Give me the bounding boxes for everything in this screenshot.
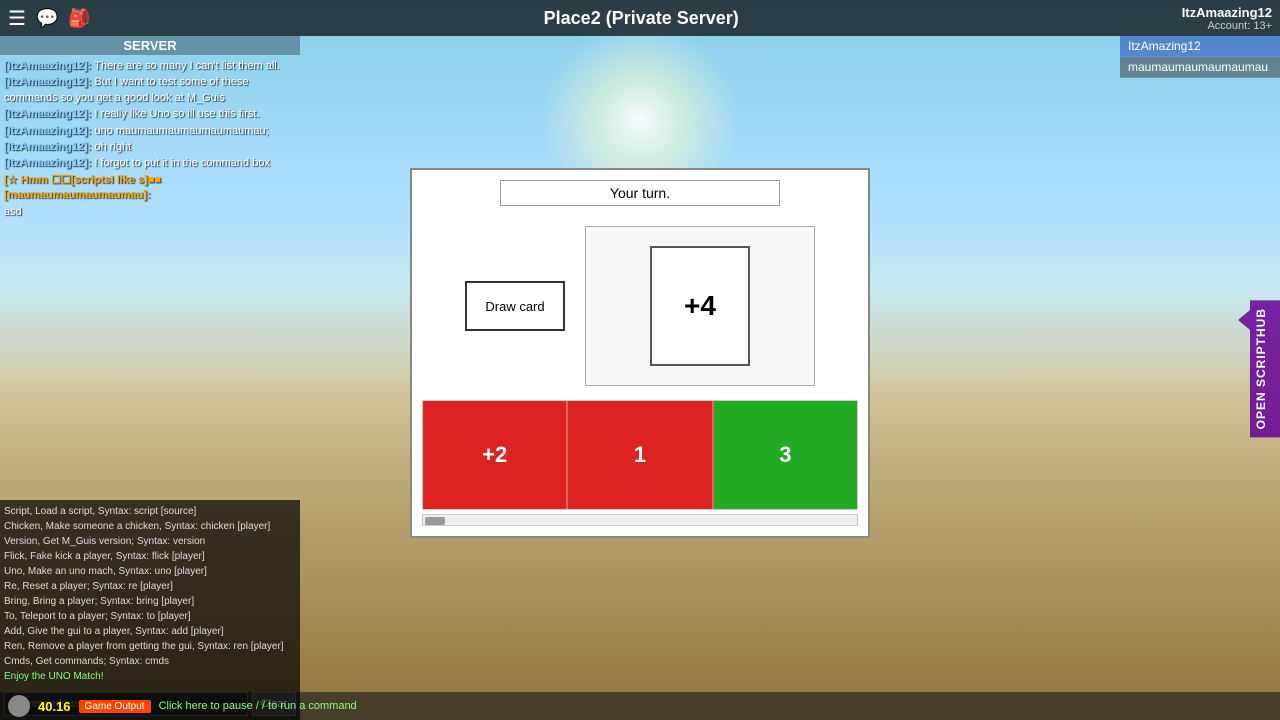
script-line: Uno, Make an uno mach, Syntax: uno [play… — [4, 564, 296, 579]
menu-icon[interactable]: ☰ — [8, 6, 26, 31]
draw-card-button[interactable]: Draw card — [465, 281, 565, 331]
script-line: Bring, Bring a player; Syntax: bring [pl… — [4, 594, 296, 609]
card-discard-pile: +4 — [585, 226, 815, 386]
chat-text: oh right — [94, 141, 131, 153]
chat-text: I forgot to put it in the command box — [94, 157, 269, 169]
chat-line: [ItzAmaazing12]: There are so many I can… — [4, 59, 296, 74]
inventory-icon[interactable]: 🎒 — [68, 8, 90, 29]
hand-card-0[interactable]: +2 — [423, 401, 568, 509]
script-line: Cmds, Get commands; Syntax: cmds — [4, 654, 296, 669]
scripthub-arrow-icon[interactable] — [1238, 310, 1250, 330]
chat-line: [ItzAmaazing12]: But I want to test some… — [4, 75, 296, 106]
chat-messages: [ItzAmaazing12]: There are so many I can… — [0, 55, 300, 500]
your-turn-banner: Your turn. — [500, 180, 780, 206]
chat-line: [ItzAmaazing12]: oh right — [4, 140, 296, 155]
chat-line: [ItzAmaazing12]: I really like Uno so il… — [4, 107, 296, 122]
chat-sender: [ItzAmaazing12]: — [4, 141, 91, 153]
chat-text: There are so many I can't list them all. — [94, 60, 280, 72]
server-label: SERVER — [0, 36, 300, 55]
avatar-icon — [8, 695, 30, 717]
chat-line: [ItzAmaazing12]: I forgot to put it in t… — [4, 156, 296, 171]
hand-card-1[interactable]: 1 — [568, 401, 713, 509]
chat-sender: [ItzAmaazing12]: — [4, 76, 91, 88]
player-entry: ItzAmazing12 — [1120, 36, 1280, 57]
chat-text: I really like Uno so ill use this first. — [94, 108, 259, 120]
script-list: Script, Load a script, Syntax: script [s… — [0, 500, 300, 688]
script-line: Version, Get M_Guis version; Syntax: ver… — [4, 534, 296, 549]
chat-sender-orange: [☆ Hmm ☐☐[scriptsI like s]■■ [maumaumaum… — [4, 174, 161, 201]
account-label: Account: 13+ — [1182, 20, 1272, 32]
chat-sender: [ItzAmaazing12]: — [4, 60, 91, 72]
status-text: Click here to pause / / to run a command — [159, 700, 357, 712]
player-list: ItzAmazing12 maumaumaumaumaumau — [1120, 36, 1280, 78]
open-scripthub-panel[interactable]: OPEN SCRIPTHUB — [1250, 300, 1280, 437]
window-title: Place2 (Private Server) — [101, 8, 1182, 29]
dialog-scrollbar[interactable] — [422, 514, 858, 526]
user-info: ItzAmaazing12 Account: 13+ — [1182, 5, 1272, 32]
chat-line: [ItzAmaazing12]: uno maumaumaumaumaumaum… — [4, 124, 296, 139]
scrollbar-thumb[interactable] — [425, 517, 445, 525]
script-line: Ren, Remove a player from getting the gu… — [4, 639, 296, 654]
uno-dialog: Your turn. Draw card +4 +2 1 3 — [410, 168, 870, 538]
player-entry: maumaumaumaumaumau — [1120, 57, 1280, 78]
hand-cards: +2 1 3 — [422, 400, 858, 510]
script-line: Re, Reset a player; Syntax: re [player] — [4, 579, 296, 594]
bottom-bar: 40.16 Game Output Click here to pause / … — [0, 692, 1280, 720]
chat-text: uno maumaumaumaumaumaumau; — [94, 125, 268, 137]
script-line: To, Teleport to a player; Syntax: to [pl… — [4, 609, 296, 624]
script-line: Script, Load a script, Syntax: script [s… — [4, 504, 296, 519]
script-line: Chicken, Make someone a chicken, Syntax:… — [4, 519, 296, 534]
script-line: Flick, Fake kick a player, Syntax: flick… — [4, 549, 296, 564]
top-card[interactable]: +4 — [650, 246, 750, 366]
card-area: Draw card +4 — [422, 216, 858, 396]
script-line: Add, Give the gui to a player, Syntax: a… — [4, 624, 296, 639]
chat-line: [☆ Hmm ☐☐[scriptsI like s]■■ [maumaumaum… — [4, 173, 296, 204]
hand-card-2[interactable]: 3 — [714, 401, 857, 509]
script-line-highlight: Enjoy the UNO Match! — [4, 669, 296, 684]
status-badge[interactable]: Game Output — [79, 700, 151, 713]
chat-text-bottom: asd — [4, 205, 296, 220]
chat-sender: [ItzAmaazing12]: — [4, 125, 91, 137]
chat-sender: [ItzAmaazing12]: — [4, 157, 91, 169]
health-display: 40.16 — [38, 699, 71, 714]
chat-sender: [ItzAmaazing12]: — [4, 108, 91, 120]
chat-icon[interactable]: 💬 — [36, 8, 58, 29]
top-bar: ☰ 💬 🎒 Place2 (Private Server) ItzAmaazin… — [0, 0, 1280, 36]
left-panel: SERVER [ItzAmaazing12]: There are so man… — [0, 36, 300, 720]
username-label: ItzAmaazing12 — [1182, 5, 1272, 20]
